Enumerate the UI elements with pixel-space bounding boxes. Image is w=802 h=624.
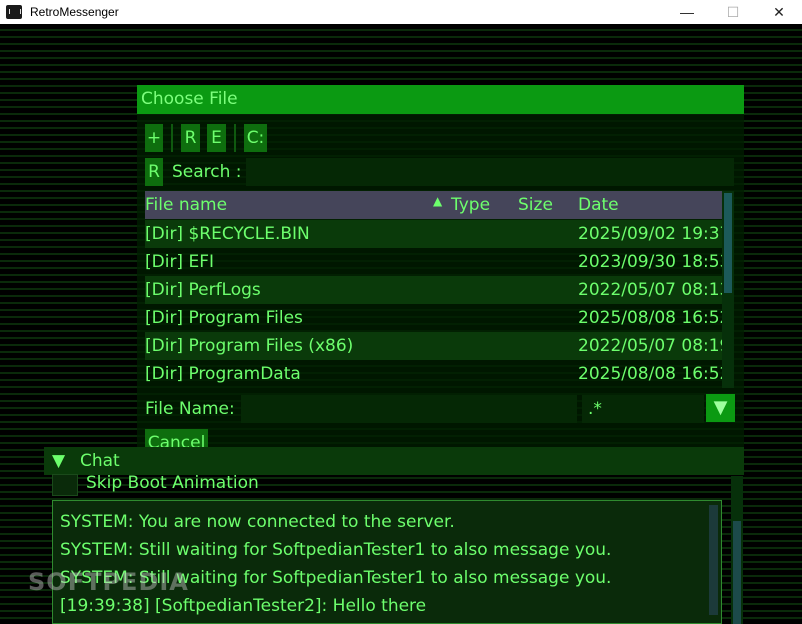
maximize-button[interactable]: ☐ [710,0,756,24]
filename-input[interactable] [241,395,577,423]
file-row[interactable]: [Dir] $RECYCLE.BIN 2025/09/02 19:37 [145,220,730,248]
app-icon [6,5,22,19]
file-name: [Dir] $RECYCLE.BIN [145,224,310,244]
file-name: [Dir] ProgramData [145,364,301,384]
file-date: 2023/09/30 18:53 [578,252,731,272]
toolbar-separator [234,124,236,152]
new-folder-button[interactable]: + [145,124,163,152]
skip-boot-checkbox[interactable] [52,474,78,496]
window-title: RetroMessenger [30,5,119,19]
file-name: [Dir] EFI [145,252,215,272]
dialog-title[interactable]: Choose File [137,85,744,114]
chat-message: SYSTEM: You are now connected to the ser… [60,512,455,532]
column-date[interactable]: Date [578,191,619,219]
search-label: Search : [172,162,242,182]
column-size[interactable]: Size [518,191,553,219]
file-row[interactable]: [Dir] PerfLogs 2022/05/07 08:13 [145,276,730,304]
file-name: [Dir] PerfLogs [145,280,261,300]
page-scrollbar[interactable] [731,476,743,624]
minimize-button[interactable]: — [664,0,710,24]
file-list-scrollbar[interactable] [722,191,734,388]
sort-ascending-icon: ▲ [433,194,443,208]
search-reset-button[interactable]: R [145,158,163,186]
page-scroll-thumb[interactable] [733,521,741,624]
collapse-arrow-icon: ▼ [52,451,66,471]
file-date: 2022/05/07 08:19 [578,336,731,356]
chat-message: [19:39:38] [SoftpedianTester2]: Hello th… [60,596,427,616]
drive-c-button[interactable]: C: [244,124,267,152]
filename-label: File Name: [145,399,235,419]
file-name: [Dir] Program Files [145,308,303,328]
window-titlebar: RetroMessenger — ☐ ✕ [0,0,802,24]
chat-scrollbar[interactable] [709,505,718,615]
file-row[interactable]: [Dir] ProgramData 2025/08/08 16:52 [145,360,730,388]
column-file-name[interactable]: File name [145,191,227,219]
file-filter-select[interactable]: .* [582,395,704,423]
softpedia-watermark: SOFTPEDIA [28,568,189,596]
file-name: [Dir] Program Files (x86) [145,336,354,356]
file-date: 2025/08/08 16:52 [578,364,731,384]
toolbar-separator [171,124,173,152]
file-row[interactable]: [Dir] Program Files 2025/08/08 16:52 [145,304,730,332]
file-list-scroll-thumb[interactable] [724,193,732,293]
file-date: 2022/05/07 08:13 [578,280,731,300]
file-date: 2025/08/08 16:52 [578,308,731,328]
refresh-r-button[interactable]: R [181,124,200,152]
skip-boot-label: Skip Boot Animation [86,473,259,493]
edit-e-button[interactable]: E [207,124,226,152]
close-button[interactable]: ✕ [756,0,802,24]
column-type[interactable]: Type [451,191,490,219]
file-row[interactable]: [Dir] Program Files (x86) 2022/05/07 08:… [145,332,730,360]
file-row[interactable]: [Dir] EFI 2023/09/30 18:53 [145,248,730,276]
file-date: 2025/09/02 19:37 [578,224,731,244]
search-input[interactable] [246,158,734,186]
filter-dropdown-icon[interactable]: ▼ [706,394,735,422]
chat-message: SYSTEM: Still waiting for SoftpedianTest… [60,540,612,560]
file-table-header: File name ▲ Type Size Date [145,191,722,219]
